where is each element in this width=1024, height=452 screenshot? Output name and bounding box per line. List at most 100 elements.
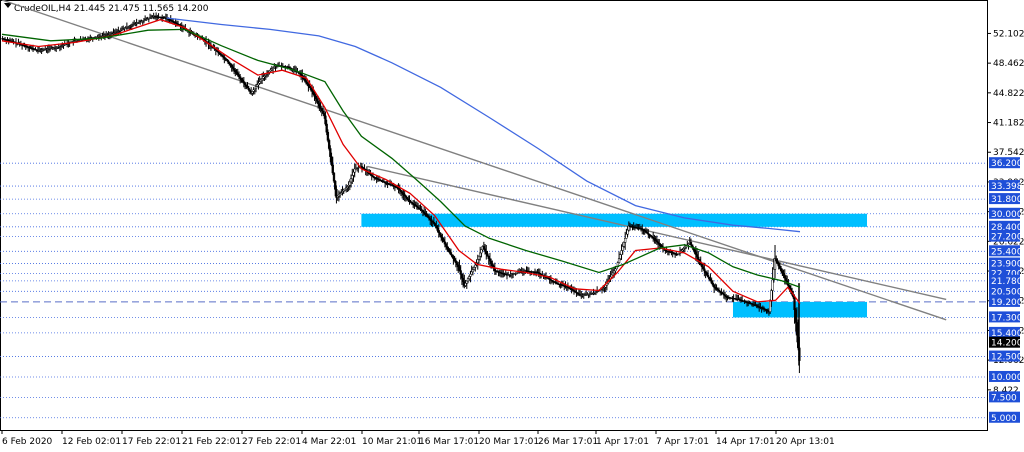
level-label: 30.000 <box>991 210 1023 220</box>
candle-body <box>474 264 477 268</box>
candle-body <box>490 260 493 264</box>
candle-body <box>317 100 320 104</box>
candle-body <box>327 140 331 149</box>
candle-body <box>779 268 783 272</box>
candle-body <box>708 276 711 280</box>
candle-body <box>437 230 440 233</box>
candle-body <box>324 115 327 125</box>
level-label: 31.800 <box>991 195 1023 205</box>
candle-body <box>332 172 336 182</box>
candle-body <box>470 271 473 275</box>
candle-body <box>476 259 479 263</box>
level-label: 36.200 <box>991 159 1023 169</box>
candle-body <box>451 254 454 257</box>
x-tick-label: 16 Mar 17:01 <box>419 437 479 447</box>
candle-body <box>704 270 707 274</box>
candle-body <box>469 273 472 277</box>
level-label: 5.000 <box>991 414 1017 424</box>
y-tick-label: 44.822 <box>993 89 1024 99</box>
candle-body <box>775 258 778 262</box>
candle-body <box>321 110 325 114</box>
candle-body <box>701 266 705 270</box>
x-tick-label: 7 Apr 17:01 <box>656 437 709 447</box>
candle-body <box>625 233 628 239</box>
x-tick-label: 6 Feb 2020 <box>2 437 53 447</box>
candle-body <box>352 171 355 176</box>
y-tick-label: 37.542 <box>993 148 1024 158</box>
candle-body <box>703 268 706 272</box>
level-label: 10.000 <box>991 373 1023 383</box>
candle-body <box>438 232 442 236</box>
candle-body <box>319 105 322 109</box>
level-label: 27.200 <box>991 233 1023 243</box>
candle-body <box>781 270 784 274</box>
candle-body <box>626 229 629 235</box>
y-tick-label: 48.462 <box>993 59 1024 69</box>
candle-body <box>712 284 716 288</box>
candle-body <box>619 254 622 259</box>
candle-body <box>694 251 697 255</box>
candle-body <box>795 322 799 336</box>
price-chart[interactable]: CrudeOIL,H4 21.445 21.475 11.565 14.200 … <box>0 0 1024 448</box>
candle-body <box>313 93 316 97</box>
level-label: 17.300 <box>991 313 1023 323</box>
candle-body <box>482 246 485 250</box>
x-tick-label: 20 Mar 17:01 <box>479 437 539 447</box>
candle-body <box>309 87 312 90</box>
candle-body <box>454 260 457 263</box>
candle-body <box>314 96 317 99</box>
level-label: 33.398 <box>991 182 1023 192</box>
candle-body <box>461 277 465 283</box>
candle-body <box>449 252 453 255</box>
candle-body <box>465 280 468 284</box>
candle-body <box>706 274 710 278</box>
candle-body <box>617 258 621 263</box>
candle-body <box>458 266 461 271</box>
candle-body <box>493 268 496 272</box>
candle-body <box>303 78 306 81</box>
candle-body <box>312 91 315 95</box>
candle-body <box>315 98 319 102</box>
candle-body <box>466 278 470 282</box>
candle-body <box>604 284 607 288</box>
candle-body <box>621 246 624 251</box>
x-tick-label: 1 Apr 17:01 <box>596 437 649 447</box>
x-tick-label: 26 Mar 17:01 <box>538 437 598 447</box>
x-tick-label: 4 Mar 22:01 <box>302 437 356 447</box>
candle-body <box>483 248 487 252</box>
candle-body <box>622 242 626 247</box>
candle-body <box>459 270 462 275</box>
y-tick-label: 52.102 <box>993 29 1024 39</box>
candle-body <box>689 242 693 246</box>
level-label: 12.500 <box>991 353 1023 363</box>
x-tick-label: 14 Apr 17:01 <box>716 437 775 447</box>
x-tick-label: 21 Feb 22:01 <box>182 437 241 447</box>
candle-body <box>329 148 332 157</box>
candle-body <box>480 249 483 254</box>
x-tick-label: 20 Apr 13:01 <box>776 437 835 447</box>
level-label: 20.500 <box>991 287 1023 297</box>
candle-body <box>348 181 351 186</box>
level-label: 7.500 <box>991 393 1017 403</box>
candle-body <box>330 156 333 166</box>
candle-body <box>442 239 445 243</box>
candle-body <box>443 241 447 245</box>
candle-body <box>613 270 616 274</box>
candle-body <box>318 103 321 107</box>
candle-body <box>709 278 712 282</box>
candle-body <box>435 225 438 229</box>
candle-body <box>784 277 788 281</box>
candle-body <box>436 227 439 231</box>
candle-body <box>611 272 615 276</box>
candle-body <box>349 178 353 183</box>
candle-body <box>447 248 450 251</box>
candle-body <box>323 113 326 117</box>
candle-body <box>778 265 782 269</box>
candle-body <box>455 262 459 266</box>
candle-body <box>486 253 489 257</box>
candle-body <box>308 85 311 89</box>
candle-body <box>777 263 780 267</box>
x-tick-label: 27 Feb 22:01 <box>242 437 301 447</box>
candle-body <box>331 164 334 174</box>
candle-body <box>310 89 314 92</box>
